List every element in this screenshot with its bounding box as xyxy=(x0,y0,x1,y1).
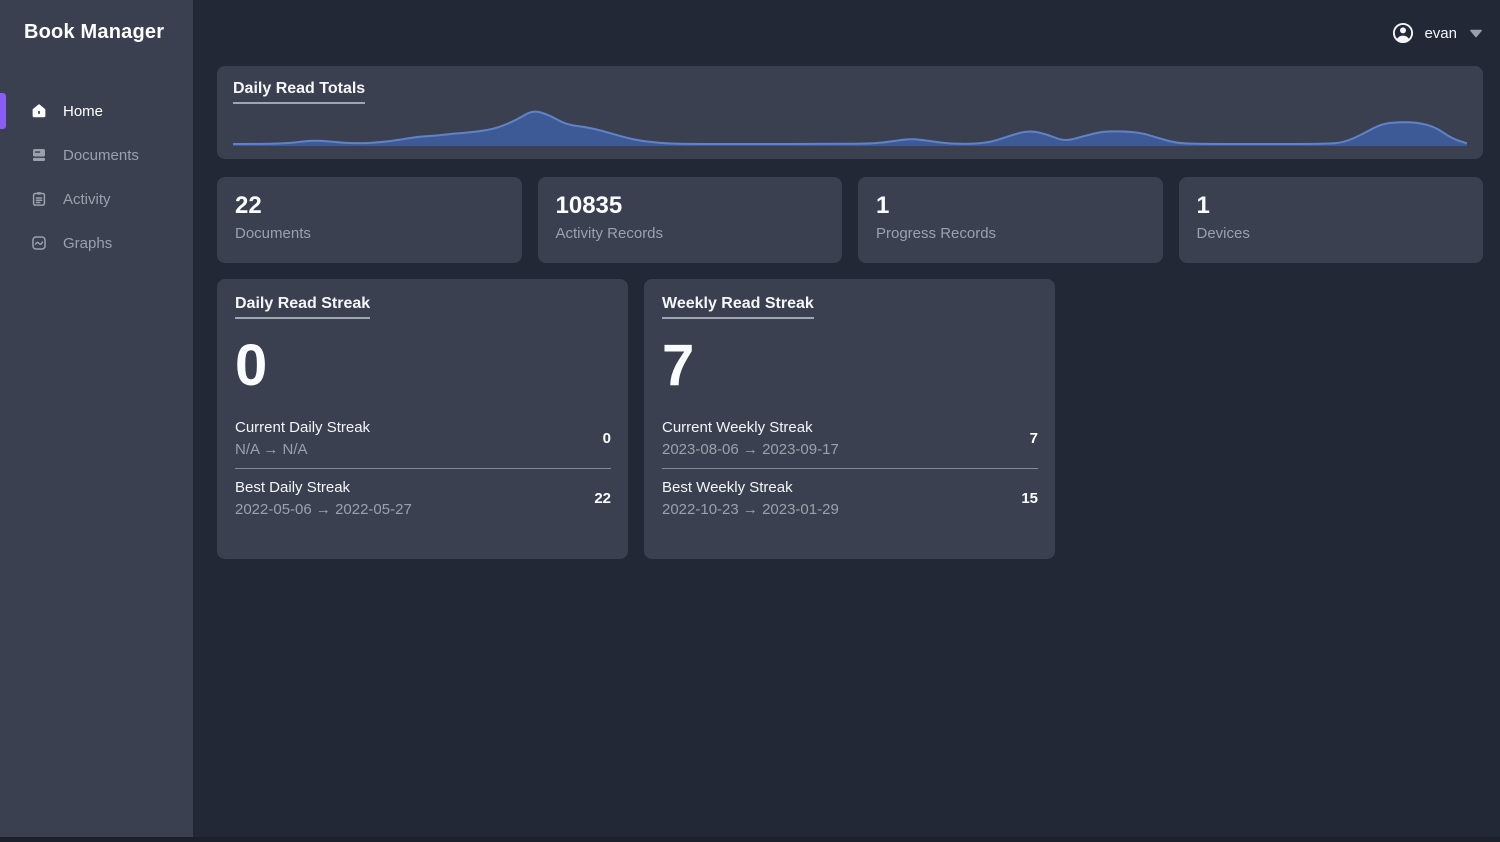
streak-row-value: 15 xyxy=(1009,490,1038,507)
best-weekly-streak-row: Best Weekly Streak 2022-10-23 → 2023-01-… xyxy=(662,469,1038,528)
stat-label: Activity Records xyxy=(556,225,825,242)
streak-row-label: Current Daily Streak xyxy=(235,419,370,436)
streak-row-range: 2023-08-06 → 2023-09-17 xyxy=(662,441,839,458)
current-daily-streak-row: Current Daily Streak N/A → N/A 0 xyxy=(235,409,611,469)
streak-big-value: 7 xyxy=(662,337,1038,395)
chart-wave-icon xyxy=(30,234,48,252)
app-title: Book Manager xyxy=(0,0,193,44)
stat-card-progress-records: 1 Progress Records xyxy=(858,177,1163,263)
sidebar-item-graphs[interactable]: Graphs xyxy=(0,221,193,265)
sidebar-item-label: Home xyxy=(63,103,103,120)
streak-row-value: 22 xyxy=(582,490,611,507)
daily-read-totals-chart xyxy=(233,106,1467,146)
streak-row-label: Current Weekly Streak xyxy=(662,419,839,436)
streak-card-title: Daily Read Streak xyxy=(235,295,370,319)
area-chart xyxy=(233,106,1467,146)
daily-read-streak-card: Daily Read Streak 0 Current Daily Streak… xyxy=(217,279,628,559)
clipboard-icon xyxy=(30,190,48,208)
streak-rows: Current Weekly Streak 2023-08-06 → 2023-… xyxy=(662,409,1038,528)
streak-big-value: 0 xyxy=(235,337,611,395)
chart-area-fill xyxy=(233,112,1467,146)
sidebar-item-activity[interactable]: Activity xyxy=(0,177,193,221)
stat-value: 10835 xyxy=(556,192,825,220)
streak-row-range: 2022-10-23 → 2023-01-29 xyxy=(662,501,839,518)
stat-card-activity-records: 10835 Activity Records xyxy=(538,177,843,263)
sidebar-item-label: Activity xyxy=(63,191,111,208)
sidebar-nav: Home Documents Activity Graphs xyxy=(0,89,193,265)
chevron-down-icon xyxy=(1469,29,1483,38)
streak-row-range: N/A → N/A xyxy=(235,441,370,458)
streak-card-title: Weekly Read Streak xyxy=(662,295,814,319)
book-icon xyxy=(30,146,48,164)
chart-card-title: Daily Read Totals xyxy=(233,80,365,104)
best-daily-streak-row: Best Daily Streak 2022-05-06 → 2022-05-2… xyxy=(235,469,611,528)
current-weekly-streak-row: Current Weekly Streak 2023-08-06 → 2023-… xyxy=(662,409,1038,469)
stats-row: 22 Documents 10835 Activity Records 1 Pr… xyxy=(217,177,1483,263)
weekly-read-streak-card: Weekly Read Streak 7 Current Weekly Stre… xyxy=(644,279,1055,559)
stat-value: 1 xyxy=(876,192,1145,220)
streak-row-value: 7 xyxy=(1018,430,1038,447)
user-menu[interactable]: evan xyxy=(1391,21,1483,45)
user-circle-icon xyxy=(1391,21,1415,45)
stat-card-documents: 22 Documents xyxy=(217,177,522,263)
stat-value: 1 xyxy=(1197,192,1466,220)
daily-read-totals-card: Daily Read Totals xyxy=(217,66,1483,159)
stat-value: 22 xyxy=(235,192,504,220)
streak-row-label: Best Weekly Streak xyxy=(662,479,839,496)
main-content: evan Daily Read Totals 22 Documents 1083… xyxy=(193,0,1500,842)
stat-label: Progress Records xyxy=(876,225,1145,242)
sidebar-item-home[interactable]: Home xyxy=(0,89,193,133)
horizontal-scrollbar-track[interactable] xyxy=(0,837,1500,842)
streak-row-label: Best Daily Streak xyxy=(235,479,412,496)
streak-row-range: 2022-05-06 → 2022-05-27 xyxy=(235,501,412,518)
stat-label: Documents xyxy=(235,225,504,242)
streak-rows: Current Daily Streak N/A → N/A 0 Best Da… xyxy=(235,409,611,528)
sidebar-item-documents[interactable]: Documents xyxy=(0,133,193,177)
username: evan xyxy=(1424,25,1457,42)
sidebar: Book Manager Home Documents Activity Gra… xyxy=(0,0,193,842)
stat-label: Devices xyxy=(1197,225,1466,242)
stat-card-devices: 1 Devices xyxy=(1179,177,1484,263)
streaks-row: Daily Read Streak 0 Current Daily Streak… xyxy=(217,279,1483,559)
home-icon xyxy=(30,102,48,120)
sidebar-item-label: Documents xyxy=(63,147,139,164)
topbar: evan xyxy=(217,0,1483,66)
streak-row-value: 0 xyxy=(591,430,611,447)
sidebar-item-label: Graphs xyxy=(63,235,112,252)
